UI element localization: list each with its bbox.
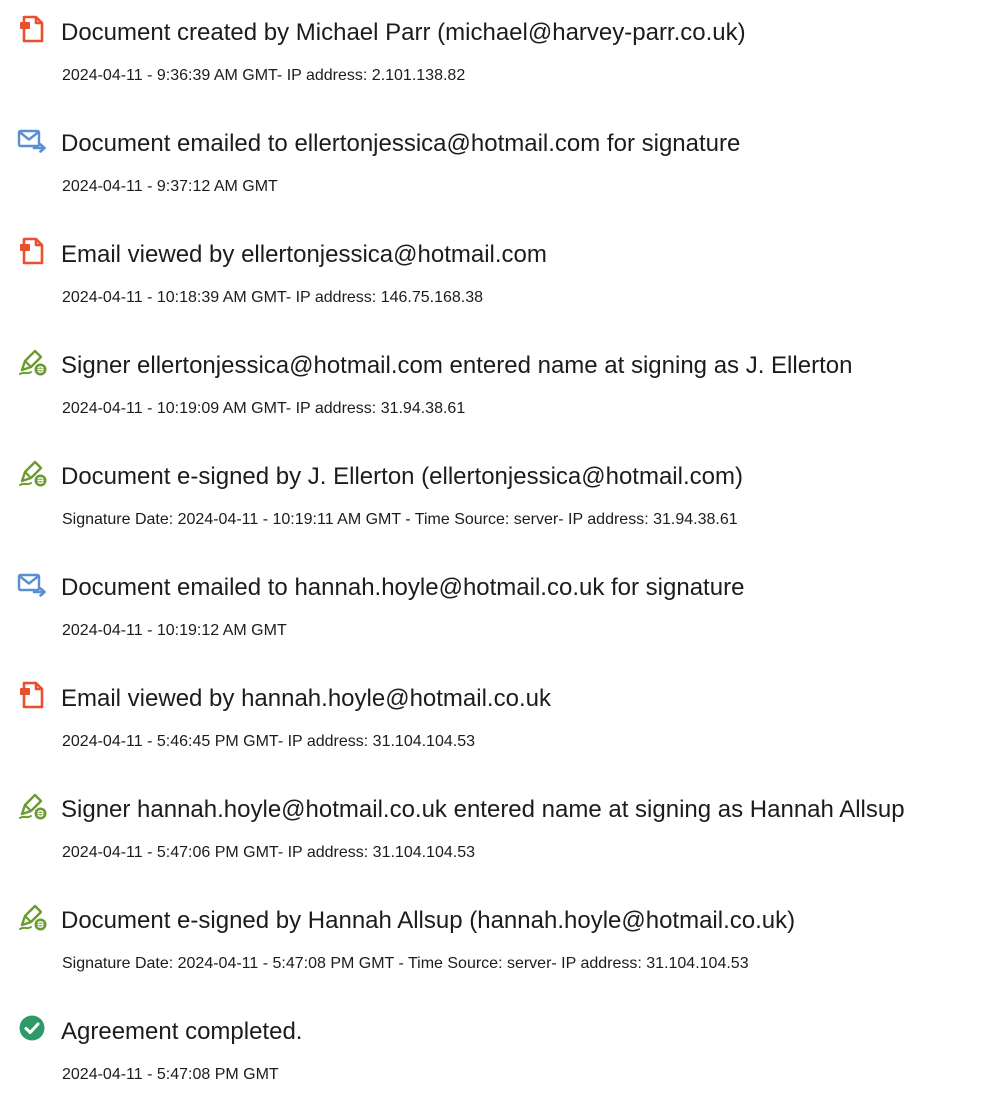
event-title: Document emailed to ellertonjessica@hotm…	[61, 130, 741, 157]
document-created-icon	[16, 13, 48, 45]
pen-signature-icon	[16, 901, 48, 933]
audit-event: Document emailed to hannah.hoyle@hotmail…	[0, 561, 1000, 661]
event-title: Signer hannah.hoyle@hotmail.co.uk entere…	[61, 796, 905, 823]
event-title: Email viewed by ellertonjessica@hotmail.…	[61, 241, 547, 268]
event-detail: 2024-04-11 - 5:47:08 PM GMT	[62, 1066, 279, 1083]
event-detail: 2024-04-11 - 10:19:09 AM GMT- IP address…	[62, 400, 466, 417]
event-title: Agreement completed.	[61, 1018, 303, 1045]
pen-signature-icon	[16, 790, 48, 822]
event-title: Document e-signed by J. Ellerton (ellert…	[61, 463, 743, 490]
audit-event: Email viewed by ellertonjessica@hotmail.…	[0, 228, 1000, 328]
event-detail: 2024-04-11 - 10:19:12 AM GMT	[62, 622, 287, 639]
pen-signature-icon	[16, 457, 48, 489]
audit-event: Signer hannah.hoyle@hotmail.co.uk entere…	[0, 783, 1000, 883]
audit-event: Agreement completed. 2024-04-11 - 5:47:0…	[0, 1005, 1000, 1105]
event-title: Email viewed by hannah.hoyle@hotmail.co.…	[61, 685, 551, 712]
event-detail: 2024-04-11 - 5:47:06 PM GMT- IP address:…	[62, 844, 475, 861]
event-title: Document e-signed by Hannah Allsup (hann…	[61, 907, 796, 934]
document-viewed-icon	[16, 679, 48, 711]
audit-event: Document e-signed by J. Ellerton (ellert…	[0, 450, 1000, 550]
event-detail: 2024-04-11 - 9:36:39 AM GMT- IP address:…	[62, 67, 466, 84]
event-title: Document created by Michael Parr (michae…	[61, 19, 746, 46]
check-circle-icon	[16, 1012, 48, 1044]
audit-event: Document created by Michael Parr (michae…	[0, 6, 1000, 106]
email-sent-icon	[16, 124, 48, 156]
audit-event: Document e-signed by Hannah Allsup (hann…	[0, 894, 1000, 994]
event-detail: 2024-04-11 - 5:46:45 PM GMT- IP address:…	[62, 733, 475, 750]
email-sent-icon	[16, 568, 48, 600]
event-detail: Signature Date: 2024-04-11 - 5:47:08 PM …	[62, 955, 749, 972]
event-title: Signer ellertonjessica@hotmail.com enter…	[61, 352, 853, 379]
audit-event: Signer ellertonjessica@hotmail.com enter…	[0, 339, 1000, 439]
document-viewed-icon	[16, 235, 48, 267]
event-title: Document emailed to hannah.hoyle@hotmail…	[61, 574, 745, 601]
audit-event: Email viewed by hannah.hoyle@hotmail.co.…	[0, 672, 1000, 772]
event-detail: 2024-04-11 - 10:18:39 AM GMT- IP address…	[62, 289, 484, 306]
audit-event: Document emailed to ellertonjessica@hotm…	[0, 117, 1000, 217]
pen-signature-icon	[16, 346, 48, 378]
event-detail: 2024-04-11 - 9:37:12 AM GMT	[62, 178, 278, 195]
event-detail: Signature Date: 2024-04-11 - 10:19:11 AM…	[62, 511, 738, 528]
